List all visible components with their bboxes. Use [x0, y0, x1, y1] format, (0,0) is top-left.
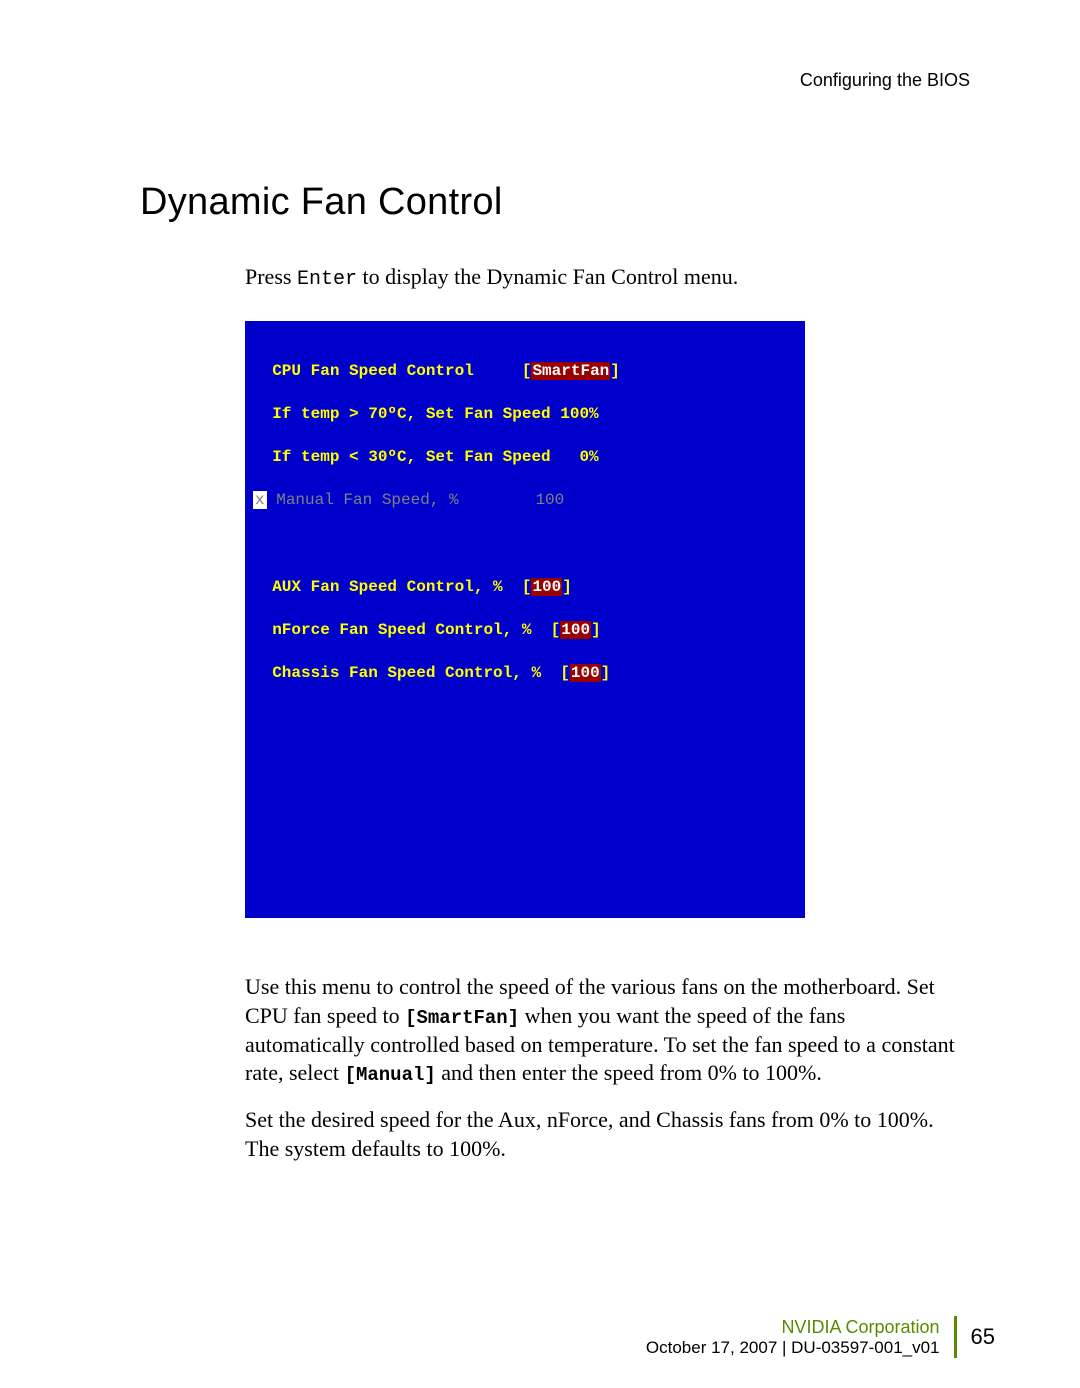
bios-l7-label: Chassis Fan Speed Control, % [ — [253, 664, 570, 682]
bios-l5-label: AUX Fan Speed Control, % [ — [253, 578, 531, 596]
page-title: Dynamic Fan Control — [140, 181, 970, 224]
bios-l5-val: 100 — [531, 578, 562, 596]
intro-pre: Press — [245, 264, 297, 289]
bios-l1-label: CPU Fan Speed Control [ — [253, 362, 531, 380]
bios-line-chassis: Chassis Fan Speed Control, % [100] — [253, 663, 797, 685]
bios-l7-val: 100 — [570, 664, 601, 682]
bios-line-aux: AUX Fan Speed Control, % [100] — [253, 577, 797, 599]
bios-x: x — [253, 491, 267, 509]
bios-l1-close: ] — [610, 362, 620, 380]
bios-line-cpu: CPU Fan Speed Control [SmartFan] — [253, 361, 797, 383]
bios-l6-label: nForce Fan Speed Control, % [ — [253, 621, 560, 639]
bios-blank — [253, 533, 797, 555]
bios-l6-close: ] — [591, 621, 601, 639]
bios-pad1 — [253, 706, 797, 728]
bios-pad4 — [253, 836, 797, 858]
intro-post: to display the Dynamic Fan Control menu. — [357, 264, 738, 289]
bios-line-lo: If temp < 30ºC, Set Fan Speed 0% — [253, 447, 797, 469]
intro-text: Press Enter to display the Dynamic Fan C… — [245, 264, 970, 291]
bios-l1-val: SmartFan — [531, 362, 610, 380]
paragraph-2: Set the desired speed for the Aux, nForc… — [245, 1106, 970, 1163]
bios-line-hi: If temp > 70ºC, Set Fan Speed 100% — [253, 404, 797, 426]
bios-screenshot: CPU Fan Speed Control [SmartFan] If temp… — [245, 321, 805, 918]
bios-l7-close: ] — [601, 664, 611, 682]
p1-m2: [Manual] — [345, 1064, 436, 1086]
bios-line-manual: x Manual Fan Speed, % 100 — [253, 490, 797, 512]
p1-m1: [SmartFan] — [405, 1007, 519, 1029]
footer-page-number: 65 — [971, 1324, 995, 1350]
p1-t3: and then enter the speed from 0% to 100%… — [436, 1060, 822, 1085]
bios-manual-rest: Manual Fan Speed, % 100 — [267, 491, 565, 509]
paragraph-1: Use this menu to control the speed of th… — [245, 973, 970, 1088]
bios-l5-close: ] — [562, 578, 572, 596]
bios-l6-val: 100 — [560, 621, 591, 639]
bios-pad3 — [253, 792, 797, 814]
footer-corp: NVIDIA Corporation — [781, 1317, 939, 1337]
intro-mono: Enter — [297, 268, 357, 291]
bios-pad2 — [253, 749, 797, 771]
footer-date: October 17, 2007 | DU-03597-001_v01 — [646, 1338, 940, 1358]
header-section: Configuring the BIOS — [140, 70, 970, 91]
footer-separator — [954, 1316, 957, 1358]
page-footer: NVIDIA Corporation October 17, 2007 | DU… — [646, 1316, 995, 1358]
bios-line-nforce: nForce Fan Speed Control, % [100] — [253, 620, 797, 642]
